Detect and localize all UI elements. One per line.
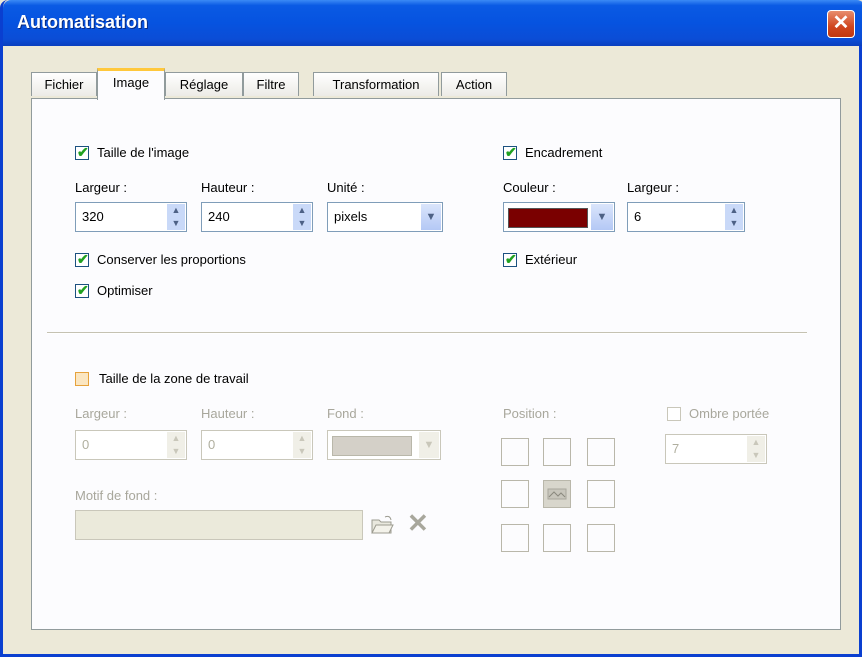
close-button[interactable]: ✕ [827, 10, 855, 38]
window-title: Automatisation [17, 12, 149, 32]
outside-label: Extérieur [525, 252, 578, 267]
workspace-height-value: 0 [208, 437, 216, 452]
spin-up-icon[interactable]: ▲ [293, 432, 311, 445]
workspace-height-label: Hauteur : [201, 406, 255, 421]
position-bottom-center[interactable] [543, 524, 571, 552]
workspace-size-label: Taille de la zone de travail [99, 371, 249, 386]
title-bar[interactable]: Automatisation ✕ [3, 0, 862, 46]
drop-shadow-value: 7 [672, 441, 680, 456]
image-height-stepper[interactable]: 240 ▲ ▼ [201, 202, 313, 232]
position-bottom-right[interactable] [587, 524, 615, 552]
keep-proportions-label: Conserver les proportions [97, 252, 246, 267]
keep-proportions-checkbox[interactable]: ✔ [75, 251, 89, 267]
spin-up-icon[interactable]: ▲ [167, 432, 185, 445]
background-color-picker[interactable]: ▼ [327, 430, 441, 460]
checkmark-icon: ✔ [77, 144, 89, 160]
background-color-swatch [332, 436, 412, 456]
chevron-down-icon[interactable]: ▼ [419, 432, 439, 458]
drop-shadow-checkbox[interactable] [667, 407, 681, 421]
tab-image[interactable]: Image [97, 68, 165, 100]
image-size-checkbox[interactable]: ✔ [75, 144, 89, 160]
background-label: Fond : [327, 406, 364, 421]
workspace-size-checkbox[interactable] [75, 372, 89, 386]
position-top-center[interactable] [543, 438, 571, 466]
workspace-width-spinner[interactable]: ▲ ▼ [167, 432, 185, 458]
spin-up-icon[interactable]: ▲ [725, 204, 743, 217]
tab-fichier[interactable]: Fichier [31, 72, 97, 96]
unit-select[interactable]: pixels ▼ [327, 202, 443, 232]
spin-down-icon[interactable]: ▼ [293, 217, 311, 230]
position-top-right[interactable] [587, 438, 615, 466]
workspace-width-value: 0 [82, 437, 90, 452]
checkmark-icon: ✔ [77, 282, 89, 298]
dialog-window: Automatisation ✕ Fichier Image Réglage F… [0, 0, 862, 657]
image-height-spinner[interactable]: ▲ ▼ [293, 204, 311, 230]
open-folder-icon[interactable] [369, 512, 395, 538]
tab-panel-image [31, 98, 841, 630]
frame-width-value: 6 [634, 209, 642, 224]
pattern-label: Motif de fond : [75, 488, 158, 503]
frame-width-spinner[interactable]: ▲ ▼ [725, 204, 743, 230]
image-height-value: 240 [208, 209, 230, 224]
image-width-stepper[interactable]: 320 ▲ ▼ [75, 202, 187, 232]
tab-reglage[interactable]: Réglage [165, 72, 243, 96]
optimize-label: Optimiser [97, 283, 153, 298]
workspace-height-spinner[interactable]: ▲ ▼ [293, 432, 311, 458]
spin-down-icon[interactable]: ▼ [167, 217, 185, 230]
optimize-checkbox[interactable]: ✔ [75, 282, 89, 298]
frame-color-swatch [508, 208, 588, 228]
tab-filtre[interactable]: Filtre [243, 72, 299, 96]
spin-up-icon[interactable]: ▲ [747, 436, 765, 449]
chevron-down-icon[interactable]: ▼ [421, 204, 441, 230]
workspace-height-stepper[interactable]: 0 ▲ ▼ [201, 430, 313, 460]
image-size-label: Taille de l'image [97, 145, 190, 160]
drop-shadow-stepper[interactable]: 7 ▲ ▼ [665, 434, 767, 464]
image-icon [547, 488, 567, 500]
checkmark-icon: ✔ [505, 251, 517, 267]
position-middle-left[interactable] [501, 480, 529, 508]
pattern-path-field[interactable] [75, 510, 363, 540]
image-width-value: 320 [82, 209, 104, 224]
position-label: Position : [503, 406, 557, 421]
spin-down-icon[interactable]: ▼ [747, 449, 765, 462]
spin-up-icon[interactable]: ▲ [167, 204, 185, 217]
position-bottom-left[interactable] [501, 524, 529, 552]
frame-label: Encadrement [525, 145, 603, 160]
frame-width-label: Largeur : [627, 180, 680, 195]
frame-width-stepper[interactable]: 6 ▲ ▼ [627, 202, 745, 232]
tab-transformation[interactable]: Transformation [313, 72, 439, 96]
workspace-width-stepper[interactable]: 0 ▲ ▼ [75, 430, 187, 460]
image-width-spinner[interactable]: ▲ ▼ [167, 204, 185, 230]
drop-shadow-spinner[interactable]: ▲ ▼ [747, 436, 765, 462]
image-height-label: Hauteur : [201, 180, 255, 195]
drop-shadow-label: Ombre portée [689, 406, 770, 421]
outside-checkbox[interactable]: ✔ [503, 251, 517, 267]
unit-label: Unité : [327, 180, 365, 195]
spin-down-icon[interactable]: ▼ [167, 445, 185, 458]
frame-color-picker[interactable]: ▼ [503, 202, 615, 232]
section-divider [47, 332, 807, 334]
frame-color-label: Couleur : [503, 180, 556, 195]
unit-value: pixels [334, 209, 368, 224]
workspace-width-label: Largeur : [75, 406, 128, 421]
tab-action[interactable]: Action [441, 72, 507, 96]
clear-icon[interactable]: ✕ [407, 510, 433, 536]
frame-checkbox[interactable]: ✔ [503, 144, 517, 160]
checkmark-icon: ✔ [77, 251, 89, 267]
position-top-left[interactable] [501, 438, 529, 466]
spin-up-icon[interactable]: ▲ [293, 204, 311, 217]
checkmark-icon: ✔ [505, 144, 517, 160]
position-center[interactable] [543, 480, 571, 508]
close-icon: ✕ [832, 12, 850, 34]
position-middle-right[interactable] [587, 480, 615, 508]
chevron-down-icon[interactable]: ▼ [591, 204, 613, 230]
spin-down-icon[interactable]: ▼ [293, 445, 311, 458]
spin-down-icon[interactable]: ▼ [725, 217, 743, 230]
image-width-label: Largeur : [75, 180, 128, 195]
